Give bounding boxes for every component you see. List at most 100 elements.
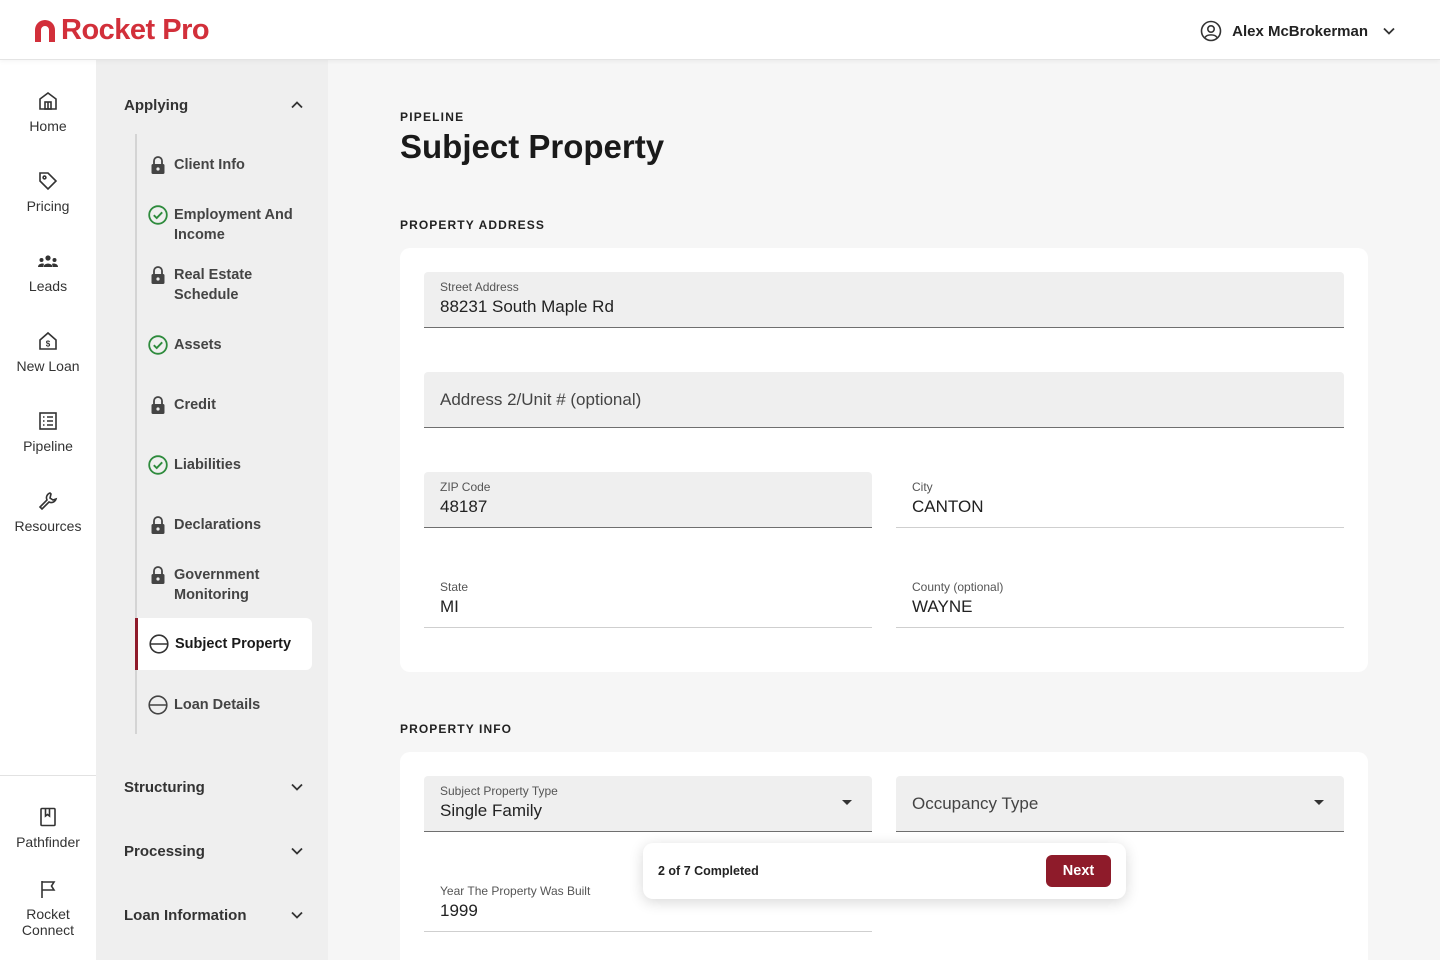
occupancy-type-select[interactable]: Occupancy Type — [896, 776, 1344, 832]
section-title: Loan Information — [124, 906, 247, 924]
zip-code-field[interactable]: ZIP Code 48187 — [424, 472, 872, 528]
house-dollar-icon: $ — [39, 331, 57, 350]
tag-icon — [39, 172, 58, 191]
step-client-info[interactable]: Client Info — [136, 155, 312, 175]
field-value: 1999 — [440, 901, 478, 920]
chevron-down-icon — [1383, 27, 1395, 35]
rail-divider — [0, 775, 96, 776]
field-label: Subject Property Type — [440, 784, 558, 798]
lock-icon — [151, 266, 165, 284]
brand-name: Rocket Pro — [61, 14, 210, 46]
top-bar: Rocket Pro Alex McBrokerman — [0, 0, 1440, 60]
chevron-up-icon — [291, 101, 303, 109]
step-label: Employment And Income — [174, 205, 293, 245]
rail-label: Leads — [28, 278, 68, 294]
in-progress-circle-icon — [148, 695, 168, 715]
dropdown-caret-icon — [1314, 800, 1324, 805]
in-progress-circle-icon — [149, 634, 169, 654]
user-avatar-icon — [1200, 20, 1222, 42]
field-label: City — [912, 480, 933, 494]
step-label: Loan Details — [174, 697, 261, 713]
field-label: State — [440, 580, 469, 594]
field-value: MI — [440, 597, 459, 616]
field-label: Year The Property Was Built — [440, 884, 591, 898]
section-title: Processing — [124, 842, 205, 860]
rail-label: Pipeline — [23, 438, 73, 454]
step-label-line1: Government — [174, 567, 260, 583]
step-label-line2: Schedule — [174, 287, 239, 303]
step-credit[interactable]: Credit — [136, 395, 312, 415]
lock-icon — [151, 566, 165, 584]
step-employment-and-income[interactable]: Employment And Income — [136, 205, 312, 245]
field-label: ZIP Code — [440, 480, 491, 494]
step-label-line1: Employment And — [174, 207, 293, 223]
step-real-estate-schedule[interactable]: Real Estate Schedule — [136, 265, 312, 305]
step-label-line2: Monitoring — [174, 587, 249, 603]
lock-icon — [151, 156, 165, 174]
address-2-field[interactable]: Address 2/Unit # (optional) — [424, 372, 1344, 428]
step-label: Subject Property — [175, 636, 292, 652]
section-processing[interactable]: Processing — [124, 839, 304, 863]
svg-text:$: $ — [46, 340, 51, 349]
section-loan-information[interactable]: Loan Information — [124, 903, 304, 927]
rail-item-pipeline[interactable]: Pipeline — [0, 410, 96, 454]
street-address-field[interactable]: Street Address 88231 South Maple Rd — [424, 272, 1344, 328]
rail-item-leads[interactable]: Leads — [0, 250, 96, 294]
property-address-heading: PROPERTY ADDRESS — [400, 218, 545, 232]
rail-label: Pricing — [26, 198, 70, 214]
progress-toast: 2 of 7 Completed Next — [643, 843, 1126, 899]
section-applying[interactable]: Applying — [124, 93, 304, 117]
chevron-down-icon — [291, 783, 303, 791]
field-value: 48187 — [440, 497, 488, 516]
field-label: County (optional) — [912, 580, 1004, 594]
book-icon — [40, 807, 56, 827]
left-rail-nav: Home Pricing Leads $ New Loan Pipeline R… — [0, 60, 96, 960]
check-circle-icon — [148, 455, 168, 475]
chevron-down-icon — [291, 847, 303, 855]
step-label: Real Estate Schedule — [174, 265, 252, 305]
step-liabilities[interactable]: Liabilities — [136, 455, 312, 475]
step-declarations[interactable]: Declarations — [136, 515, 312, 535]
section-title: Structuring — [124, 778, 205, 796]
user-menu[interactable]: Alex McBrokerman — [1200, 18, 1396, 44]
check-circle-icon — [148, 335, 168, 355]
rocket-logo-icon — [35, 20, 55, 42]
step-label: Declarations — [174, 517, 262, 533]
step-loan-details[interactable]: Loan Details — [136, 695, 312, 715]
field-value: CANTON — [912, 497, 984, 516]
city-field: City CANTON — [896, 472, 1344, 528]
rail-label: New Loan — [16, 358, 80, 374]
step-label: Credit — [174, 397, 216, 413]
rail-item-new-loan[interactable]: $ New Loan — [0, 330, 96, 374]
rocket-pro-logo[interactable]: Rocket Pro — [32, 14, 210, 46]
rail-item-pathfinder[interactable]: Pathfinder — [0, 806, 96, 850]
field-value: Single Family — [440, 801, 543, 820]
rail-item-home[interactable]: Home — [0, 90, 96, 134]
rail-item-pricing[interactable]: Pricing — [0, 170, 96, 214]
breadcrumb[interactable]: PIPELINE — [400, 110, 464, 124]
field-placeholder: Occupancy Type — [912, 794, 1039, 813]
rail-item-resources[interactable]: Resources — [0, 490, 96, 534]
flag-icon — [41, 881, 56, 898]
step-assets[interactable]: Assets — [136, 335, 312, 355]
field-placeholder: Address 2/Unit # (optional) — [440, 390, 642, 409]
section-title: Applying — [124, 96, 189, 114]
wrench-icon — [38, 492, 58, 511]
chevron-down-icon — [291, 911, 303, 919]
subject-property-type-select[interactable]: Subject Property Type Single Family — [424, 776, 872, 832]
rail-item-rocket-connect[interactable]: Rocket Connect — [0, 878, 96, 938]
lock-icon — [151, 516, 165, 534]
user-name: Alex McBrokerman — [1232, 22, 1368, 40]
field-value: WAYNE — [912, 597, 973, 616]
state-field: State MI — [424, 572, 872, 628]
section-structuring[interactable]: Structuring — [124, 775, 304, 799]
step-government-monitoring[interactable]: Government Monitoring — [136, 565, 312, 605]
step-label: Assets — [174, 337, 222, 353]
step-subject-property[interactable]: Subject Property — [135, 618, 312, 670]
rail-label: Pathfinder — [16, 834, 80, 850]
property-address-card: Street Address 88231 South Maple Rd Addr… — [400, 248, 1368, 672]
lock-icon — [151, 396, 165, 414]
field-label: Street Address — [440, 280, 519, 294]
progress-text: 2 of 7 Completed — [658, 864, 759, 878]
next-button[interactable]: Next — [1046, 855, 1111, 887]
